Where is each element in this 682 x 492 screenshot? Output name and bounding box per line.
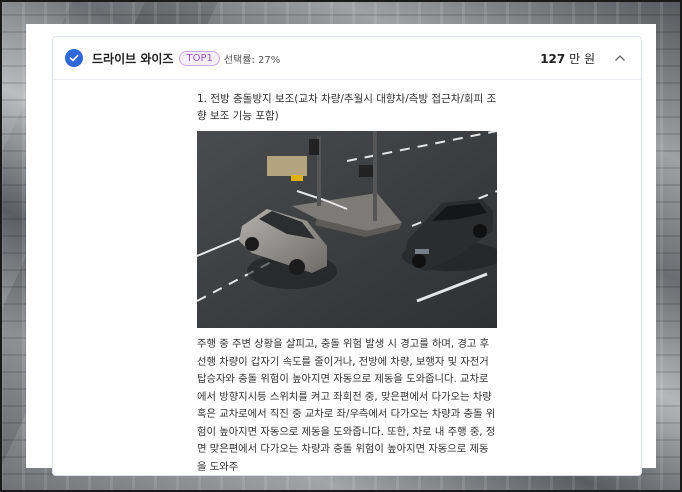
top-badge: TOP1	[179, 50, 220, 66]
road-intersection-photo	[197, 131, 497, 328]
feature-detail: 1. 전방 충돌방지 보조(교차 차량/추월시 대향차/측방 접근차/회피 조향…	[197, 91, 501, 475]
option-header[interactable]: 드라이브 와이즈 TOP1 선택률: 27% 127 만 원	[53, 37, 641, 80]
feature-description: 주행 중 주변 상황을 살피고, 충돌 위험 발생 시 경고를 하며, 경고 후…	[197, 338, 496, 473]
options-panel: 드라이브 와이즈 TOP1 선택률: 27% 127 만 원 1. 전방 충돌방…	[26, 24, 656, 476]
option-title: 드라이브 와이즈	[92, 51, 174, 66]
price-unit: 만 원	[569, 51, 595, 66]
option-card: 드라이브 와이즈 TOP1 선택률: 27% 127 만 원 1. 전방 충돌방…	[52, 36, 642, 476]
check-icon[interactable]	[65, 49, 83, 67]
chevron-up-icon[interactable]	[613, 51, 627, 65]
selection-rate: 선택률: 27%	[223, 54, 281, 66]
price-amount: 127	[540, 51, 566, 66]
feature-title: 1. 전방 충돌방지 보조(교차 차량/추월시 대향차/측방 접근차/회피 조향…	[197, 93, 497, 122]
option-price: 127 만 원	[540, 50, 595, 67]
